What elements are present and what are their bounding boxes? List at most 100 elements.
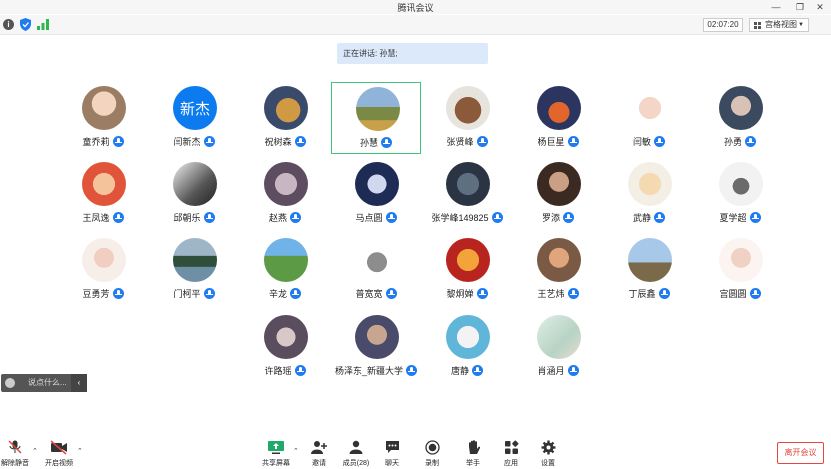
- start-video-button[interactable]: 开启视频: [42, 440, 76, 468]
- participant-tile[interactable]: 肖涵月: [513, 311, 603, 383]
- participant-tile[interactable]: 许路瑶: [240, 311, 330, 383]
- chat-icon: [385, 441, 399, 453]
- avatar: [355, 162, 399, 206]
- participant-tile[interactable]: 门柯平: [149, 234, 239, 306]
- chat-button[interactable]: 聊天: [380, 440, 404, 468]
- participant-tile[interactable]: 新杰 闫新杰: [149, 82, 239, 154]
- participant-tile[interactable]: 马点圆: [331, 158, 421, 230]
- signal-icon[interactable]: [37, 19, 49, 30]
- apps-label: 应用: [504, 460, 518, 467]
- participant-name: 邱朝乐: [149, 211, 239, 224]
- info-icon[interactable]: i: [3, 19, 14, 30]
- minimize-icon[interactable]: —: [765, 0, 787, 14]
- avatar: [446, 315, 490, 359]
- participant-tile[interactable]: 黎炯婵: [422, 234, 512, 306]
- meeting-info-bar: i 02:07:20 宫格视图 ▼: [0, 15, 831, 35]
- mic-icon: [749, 212, 761, 223]
- participant-name: 肖涵月: [513, 364, 603, 377]
- unmute-button[interactable]: 解除静音: [0, 440, 30, 468]
- record-button[interactable]: 录制: [420, 440, 444, 468]
- participant-name: 杨巨星: [513, 135, 603, 148]
- avatar: 新杰: [173, 86, 217, 130]
- participant-tile[interactable]: 普宽宽: [331, 234, 421, 306]
- share-options-chevron-icon[interactable]: ⌃: [293, 447, 299, 455]
- restore-icon[interactable]: ❐: [789, 0, 811, 14]
- participant-tile[interactable]: 夏学超: [695, 158, 785, 230]
- close-icon[interactable]: ✕: [809, 0, 831, 14]
- members-button[interactable]: 成员(28): [340, 440, 372, 468]
- participant-tile[interactable]: 闫敏: [604, 82, 694, 154]
- participant-name: 门柯平: [149, 287, 239, 300]
- participant-tile[interactable]: 宫圆圆: [695, 234, 785, 306]
- participant-tile[interactable]: 童乔莉: [58, 82, 148, 154]
- participant-tile[interactable]: 王凤逸: [58, 158, 148, 230]
- participant-name: 唐静: [422, 364, 512, 377]
- participant-name: 闫敏: [604, 135, 694, 148]
- participant-tile[interactable]: 罗添: [513, 158, 603, 230]
- participant-name-text: 辛龙: [268, 289, 287, 299]
- apps-button[interactable]: 应用: [499, 440, 523, 468]
- chat-quick-input[interactable]: 说点什么... ‹: [1, 374, 87, 392]
- participant-tile[interactable]: 张学峰149825: [422, 158, 512, 230]
- participant-tile[interactable]: 杨巨星: [513, 82, 603, 154]
- mic-icon: [112, 288, 124, 299]
- participant-tile[interactable]: 王艺炜: [513, 234, 603, 306]
- grid-view-label: 宫格视图: [765, 20, 797, 29]
- settings-button[interactable]: 设置: [536, 440, 560, 468]
- participant-tile[interactable]: 辛龙: [240, 234, 330, 306]
- participant-name: 张贤峰: [422, 135, 512, 148]
- mic-icon: [290, 212, 301, 223]
- speaking-banner: 正在讲话: 孙慧;: [337, 43, 488, 64]
- unmute-label: 解除静音: [1, 460, 29, 467]
- participant-name-text: 马点圆: [355, 213, 383, 223]
- mic-icon: [385, 288, 397, 299]
- audio-options-chevron-icon[interactable]: ⌃: [32, 447, 38, 455]
- avatar: [628, 162, 672, 206]
- avatar: [537, 86, 581, 130]
- mic-icon: [381, 137, 392, 148]
- participant-name: 孙勇: [695, 135, 785, 148]
- mic-icon: [749, 288, 761, 299]
- grid-icon: [754, 22, 761, 29]
- leave-meeting-button[interactable]: 离开会议: [777, 442, 824, 464]
- participant-tile[interactable]: 张贤峰: [422, 82, 512, 154]
- participant-tile[interactable]: 孙勇: [695, 82, 785, 154]
- mic-icon: [203, 136, 215, 147]
- participant-tile[interactable]: 豆勇芳: [58, 234, 148, 306]
- participant-name: 童乔莉: [58, 135, 148, 148]
- avatar: [264, 162, 308, 206]
- participant-tile[interactable]: 唐静: [422, 311, 512, 383]
- video-off-icon: [50, 440, 67, 455]
- participant-name: 赵燕: [240, 211, 330, 224]
- participant-name-text: 闫新杰: [173, 137, 201, 147]
- participant-name-text: 豆勇芳: [82, 289, 110, 299]
- mic-icon: [112, 212, 124, 223]
- mic-icon: [294, 365, 306, 376]
- mic-icon: [476, 288, 488, 299]
- grid-view-button[interactable]: 宫格视图 ▼: [749, 18, 809, 32]
- participant-name: 宫圆圆: [695, 287, 785, 300]
- emoji-icon[interactable]: [5, 378, 15, 388]
- participant-tile[interactable]: 武静: [604, 158, 694, 230]
- shield-icon[interactable]: [20, 18, 31, 31]
- participant-name: 杨泽东_新疆大学: [331, 364, 421, 377]
- video-options-chevron-icon[interactable]: ⌃: [77, 447, 83, 455]
- participant-tile[interactable]: 丁辰鑫: [604, 234, 694, 306]
- raise-hand-label: 举手: [466, 460, 480, 467]
- participant-name-text: 许路瑶: [264, 366, 292, 376]
- participant-name-text: 张学峰149825: [431, 213, 489, 223]
- participant-tile[interactable]: 邱朝乐: [149, 158, 239, 230]
- participant-tile[interactable]: 赵燕: [240, 158, 330, 230]
- participant-name: 丁辰鑫: [604, 287, 694, 300]
- participant-tile[interactable]: 祝树森: [240, 82, 330, 154]
- raise-hand-button[interactable]: 举手: [461, 440, 485, 468]
- collapse-chat-icon[interactable]: ‹: [71, 374, 87, 392]
- participant-tile[interactable]: 杨泽东_新疆大学: [331, 311, 421, 383]
- participant-name: 祝树森: [240, 135, 330, 148]
- mic-icon: [112, 136, 124, 147]
- share-screen-button[interactable]: 共享屏幕: [258, 440, 294, 468]
- mic-icon: [476, 136, 488, 147]
- participant-tile[interactable]: 孙慧: [331, 82, 421, 154]
- mic-icon: [294, 136, 306, 147]
- invite-button[interactable]: 邀请: [306, 440, 332, 468]
